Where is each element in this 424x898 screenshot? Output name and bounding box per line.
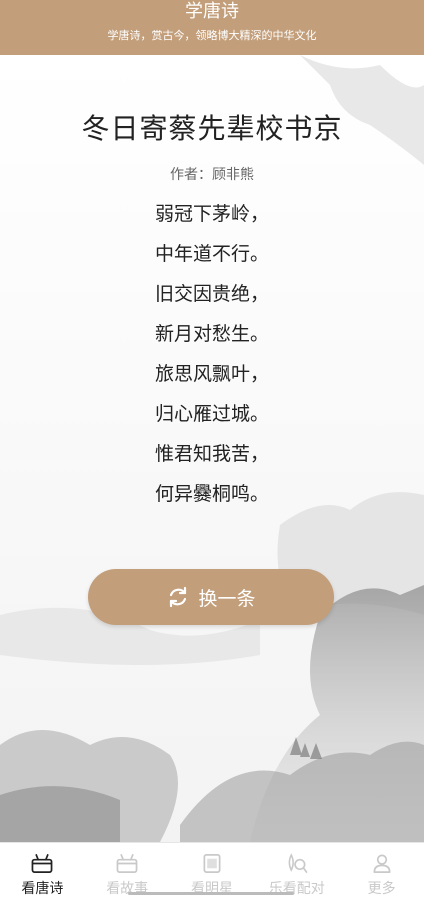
film-icon — [203, 854, 221, 873]
tab-label: 乐看配对 — [268, 881, 325, 897]
poem-card: 冬日寄蔡先辈校书京 作者：顾非熊 弱冠下茅岭， 中年道不行。 旧交因贵绝， 新月… — [0, 55, 424, 520]
poem-line: 中年道不行。 — [154, 243, 269, 265]
tab-matching[interactable]: 乐看配对 — [254, 843, 339, 898]
bottom-tab-bar: 看唐诗 看故事 看明星 乐看配对 更多 — [0, 842, 424, 898]
refresh-icon — [170, 586, 187, 608]
app-title: 学唐诗 — [185, 1, 239, 22]
refresh-label: 换一条 — [198, 587, 256, 610]
gift-icon — [31, 854, 53, 873]
app-header: 学唐诗 学唐诗，赏古今，领略博大精深的中华文化 — [0, 0, 424, 55]
refresh-button[interactable]: 换一条 — [88, 569, 334, 625]
tab-stories[interactable]: 看故事 — [85, 843, 170, 898]
app-subtitle: 学唐诗，赏古今，领略博大精深的中华文化 — [107, 29, 317, 42]
tab-label: 更多 — [367, 881, 396, 897]
tab-more[interactable]: 更多 — [339, 843, 424, 898]
poem-line: 何异爨桐鸣。 — [154, 483, 269, 505]
magnify-icon — [288, 853, 308, 873]
poem-line: 旅思风飘叶， — [154, 363, 269, 385]
tab-label: 看唐诗 — [21, 881, 64, 897]
poem-line: 归心雁过城。 — [154, 403, 269, 425]
poem-author: 作者：顾非熊 — [170, 167, 254, 183]
gift-icon — [116, 854, 138, 873]
poem-title: 冬日寄蔡先辈校书京 — [81, 112, 343, 145]
tab-tang-poems[interactable]: 看唐诗 — [0, 843, 85, 898]
tab-label: 看明星 — [190, 881, 233, 897]
poem-line: 新月对愁生。 — [154, 323, 269, 345]
home-indicator — [128, 892, 294, 895]
poem-line: 惟君知我苦， — [154, 443, 269, 465]
poem-line: 旧交因贵绝， — [154, 283, 269, 305]
tab-stars[interactable]: 看明星 — [170, 843, 255, 898]
user-icon — [373, 854, 391, 873]
tab-label: 看故事 — [106, 881, 149, 897]
poem-line: 弱冠下茅岭， — [154, 203, 269, 225]
poem-lines: 弱冠下茅岭， 中年道不行。 旧交因贵绝， 新月对愁生。 旅思风飘叶， 归心雁过城… — [0, 200, 424, 520]
